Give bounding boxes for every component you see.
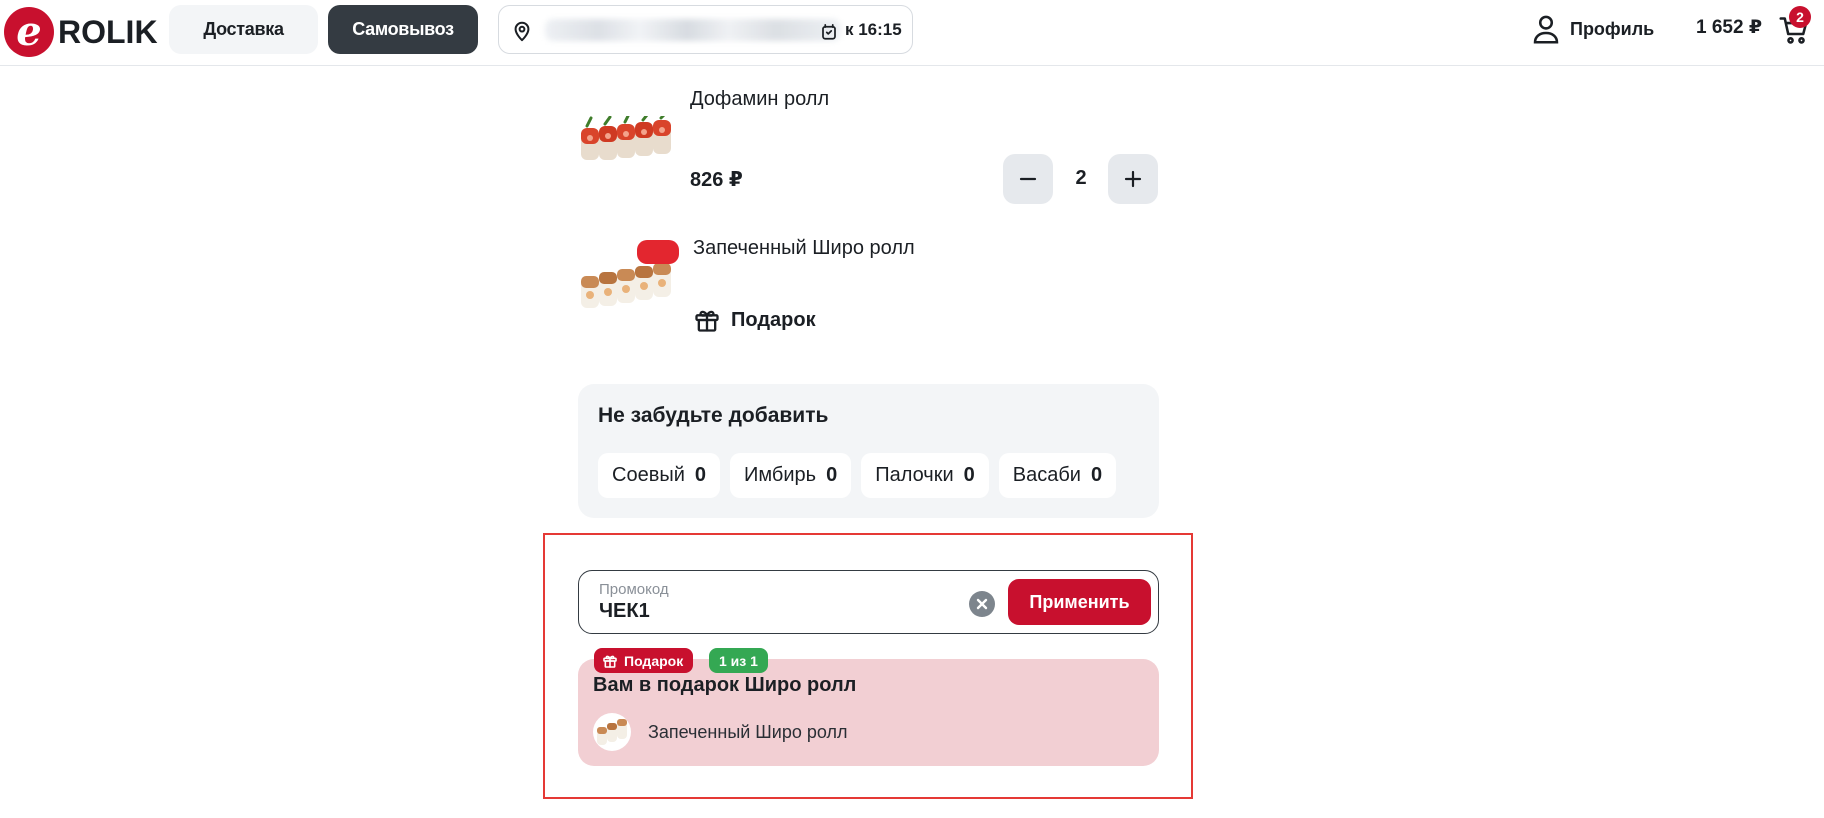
gift-icon	[695, 310, 719, 332]
profile-link[interactable]: Профиль	[1532, 14, 1654, 44]
item-name[interactable]: Запеченный Широ ролл	[693, 237, 915, 260]
alarm-clock-icon	[822, 24, 836, 40]
site-header: e ROLIK Доставка Самовывоз к 16:15 Профи…	[0, 0, 1824, 66]
delivery-mode-button[interactable]: Доставка	[169, 5, 318, 54]
cart-count-badge: 2	[1789, 6, 1811, 28]
clear-icon[interactable]	[969, 591, 995, 617]
promo-code-field[interactable]: Промокод ЧЕК1 Применить	[578, 570, 1159, 634]
address-selector[interactable]: к 16:15	[498, 5, 913, 54]
extra-chip-label: Васаби	[1012, 464, 1081, 486]
gift-item-thumbnail	[593, 713, 631, 751]
close-icon	[976, 598, 988, 610]
extra-chip-label: Имбирь	[744, 464, 817, 486]
extra-chip-chopsticks[interactable]: Палочки 0	[861, 453, 989, 498]
plus-icon	[1124, 170, 1142, 188]
gift-item-name: Запеченный Широ ролл	[648, 722, 848, 742]
product-image[interactable]	[577, 232, 680, 335]
logo[interactable]: e ROLIK	[4, 7, 158, 57]
promo-code-input[interactable]: ЧЕК1	[599, 600, 650, 623]
extra-chip-count: 0	[963, 464, 975, 486]
extras-chips: Соевый 0 Имбирь 0 Палочки 0 Васаби 0	[598, 453, 1117, 498]
decrease-quantity-button[interactable]	[1003, 154, 1053, 204]
gift-tag-label: Подарок	[624, 652, 684, 669]
address-text-blurred	[545, 19, 841, 41]
sushi-roll-image	[581, 116, 671, 160]
extra-chip-count: 0	[694, 464, 706, 486]
sushi-roll-image	[581, 263, 671, 308]
map-pin-icon	[514, 21, 530, 42]
minus-icon	[1019, 177, 1037, 181]
sushi-roll-image	[597, 719, 627, 745]
apply-promo-button[interactable]: Применить	[1008, 579, 1151, 625]
cart-total[interactable]: 1 652 ₽	[1696, 16, 1762, 39]
product-image[interactable]	[577, 86, 680, 189]
promo-sticker	[637, 240, 679, 264]
logo-text: ROLIK	[58, 13, 158, 50]
extra-chip-ginger[interactable]: Имбирь 0	[730, 453, 852, 498]
gift-label: Подарок	[731, 308, 816, 331]
gift-marker: Подарок	[693, 306, 816, 334]
pickup-time: к 16:15	[845, 20, 902, 39]
extra-chip-wasabi[interactable]: Васаби 0	[998, 453, 1117, 498]
promo-label: Промокод	[599, 581, 669, 598]
extras-panel: Не забудьте добавить Соевый 0 Имбирь 0 П…	[578, 384, 1159, 518]
pickup-mode-button[interactable]: Самовывоз	[328, 5, 478, 54]
cart-item: Дофамин ролл 826 ₽ 2	[577, 86, 1160, 204]
extra-chip-count: 0	[1090, 464, 1103, 486]
gift-card: Вам в подарок Широ ролл Запеченный Широ …	[578, 659, 1159, 766]
cart-item: Запеченный Широ ролл Подарок	[577, 232, 1160, 342]
gift-count-tag: 1 из 1	[709, 648, 768, 673]
extra-chip-count: 0	[826, 464, 838, 486]
item-name[interactable]: Дофамин ролл	[690, 88, 829, 111]
profile-label: Профиль	[1570, 18, 1655, 39]
item-price: 826 ₽	[690, 169, 743, 191]
gift-title: Вам в подарок Широ ролл	[593, 674, 857, 696]
extra-chip-label: Палочки	[875, 464, 954, 486]
gift-tag: Подарок	[594, 648, 694, 673]
extra-chip-soy[interactable]: Соевый 0	[598, 453, 720, 498]
quantity-value: 2	[1075, 167, 1087, 189]
extras-title: Не забудьте добавить	[598, 404, 829, 427]
extra-chip-label: Соевый	[612, 464, 685, 486]
gift-icon	[603, 655, 617, 668]
user-icon	[1533, 15, 1559, 44]
logo-mark: e	[4, 7, 54, 57]
increase-quantity-button[interactable]	[1108, 154, 1158, 204]
